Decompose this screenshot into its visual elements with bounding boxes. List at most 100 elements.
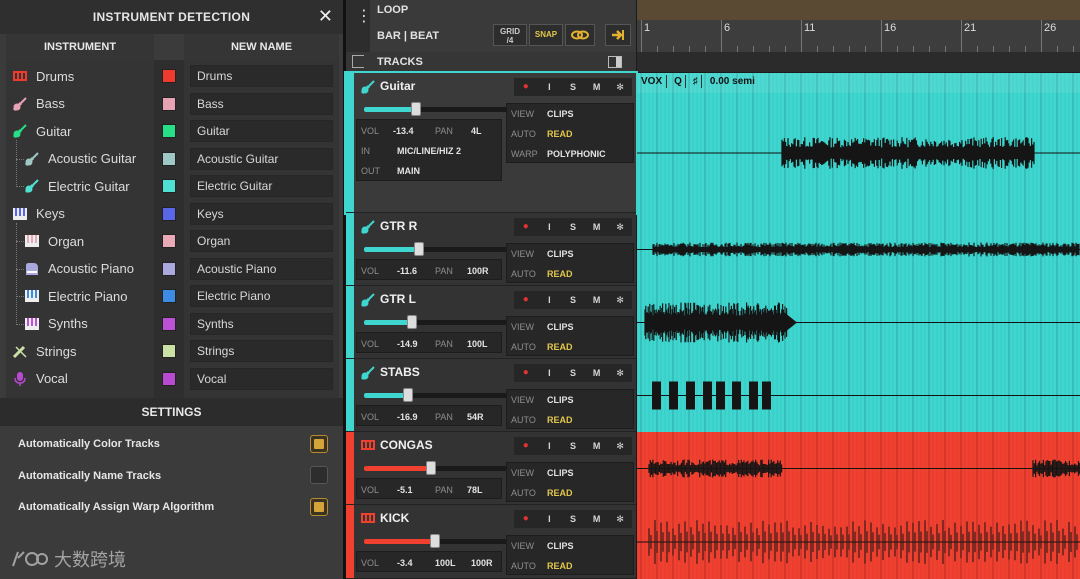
track-lane[interactable] (637, 432, 1080, 505)
volume-fader[interactable] (364, 388, 509, 402)
color-swatch[interactable] (162, 371, 176, 386)
instrument-row-organ[interactable]: Organ (24, 228, 84, 254)
color-swatch[interactable] (162, 151, 176, 166)
track-lane[interactable] (637, 359, 1080, 432)
color-swatch[interactable] (162, 179, 176, 193)
instrument-row-strings[interactable]: Strings (12, 338, 76, 364)
automation-mode[interactable]: READ (547, 415, 573, 425)
track-gtr-r[interactable]: GTR R ● I S M ✻ VOL -11.6 PAN 100R VIEW … (346, 213, 636, 286)
pan-right-value[interactable]: 100R (471, 558, 493, 568)
instrument-row-electric-guitar[interactable]: Electric Guitar (24, 173, 130, 199)
settings-gear-icon[interactable]: ✻ (608, 291, 632, 309)
new-name-field[interactable]: Acoustic Guitar (190, 147, 333, 170)
link-icon[interactable] (565, 24, 595, 46)
record-arm-button[interactable]: ● (514, 218, 538, 236)
new-name-field[interactable]: Synths (190, 312, 333, 335)
timeline-ruler[interactable]: 1 6 11 16 21 26 (637, 20, 1080, 52)
automation-mode[interactable]: READ (547, 342, 573, 352)
instrument-row-drums[interactable]: Drums (12, 63, 74, 89)
record-arm-button[interactable]: ● (514, 291, 538, 309)
record-arm-button[interactable]: ● (514, 364, 538, 382)
input-select[interactable]: MIC/LINE/HIZ 2 (397, 146, 461, 156)
fader-knob[interactable] (411, 102, 422, 116)
pan-value[interactable]: 78L (467, 485, 483, 495)
mute-button[interactable]: M (585, 218, 609, 236)
volume-fader[interactable] (364, 102, 509, 116)
auto-color-checkbox[interactable] (310, 435, 328, 453)
input-monitor-button[interactable]: I (538, 291, 562, 309)
solo-button[interactable]: S (561, 218, 585, 236)
pan-value[interactable]: 4L (471, 126, 482, 136)
clip-name[interactable]: VOX (637, 75, 668, 88)
track-name[interactable]: Guitar (380, 79, 415, 93)
color-swatch[interactable] (162, 234, 176, 248)
settings-gear-icon[interactable]: ✻ (608, 510, 632, 528)
color-swatch[interactable] (162, 96, 176, 111)
color-swatch[interactable] (162, 69, 176, 83)
output-select[interactable]: MAIN (397, 166, 420, 176)
instrument-row-acoustic-guitar[interactable]: Acoustic Guitar (24, 146, 136, 172)
new-name-field[interactable]: Electric Piano (190, 285, 333, 307)
input-monitor-button[interactable]: I (538, 364, 562, 382)
solo-button[interactable]: S (561, 510, 585, 528)
input-monitor-button[interactable]: I (538, 437, 562, 455)
input-monitor-button[interactable]: I (538, 510, 562, 528)
solo-button[interactable]: S (561, 364, 585, 382)
color-swatch[interactable] (162, 206, 176, 221)
instrument-row-synths[interactable]: Synths (24, 311, 88, 337)
new-name-field[interactable]: Acoustic Piano (190, 257, 333, 280)
track-lane[interactable] (637, 213, 1080, 286)
track-lane[interactable]: VOX Q ♯ 0.00 semi (637, 73, 1080, 213)
vol-value[interactable]: -14.9 (397, 339, 418, 349)
color-swatch[interactable] (162, 344, 176, 358)
color-swatch[interactable] (162, 289, 176, 303)
instrument-row-guitar[interactable]: Guitar (12, 118, 71, 144)
automation-mode[interactable]: READ (547, 269, 573, 279)
track-name[interactable]: CONGAS (380, 438, 433, 452)
new-name-field[interactable]: Keys (190, 202, 333, 225)
close-icon[interactable]: ✕ (318, 6, 333, 27)
input-monitor-button[interactable]: I (538, 78, 562, 96)
vol-value[interactable]: -5.1 (397, 485, 413, 495)
pan-left-value[interactable]: 100L (435, 558, 456, 568)
track-view-toggle-icon[interactable] (608, 56, 622, 68)
solo-button[interactable]: S (561, 291, 585, 309)
vol-value[interactable]: -3.4 (397, 558, 413, 568)
view-select[interactable]: CLIPS (547, 468, 574, 478)
mute-button[interactable]: M (585, 510, 609, 528)
follow-playhead-icon[interactable] (605, 24, 631, 46)
clip-pitch-value[interactable]: 0.00 semi (706, 75, 759, 88)
track-list-icon[interactable] (352, 55, 364, 68)
track-name[interactable]: GTR L (380, 292, 416, 306)
snap-button[interactable]: SNAP (529, 24, 563, 46)
vol-value[interactable]: -11.6 (397, 266, 417, 276)
fader-knob[interactable] (402, 388, 413, 402)
pan-value[interactable]: 100R (467, 266, 489, 276)
fader-knob[interactable] (406, 315, 417, 329)
fader-knob[interactable] (425, 461, 436, 475)
view-select[interactable]: CLIPS (547, 322, 574, 332)
track-gtr-l[interactable]: GTR L ● I S M ✻ VOL -14.9 PAN 100L VIEW … (346, 286, 636, 359)
instrument-row-vocal[interactable]: Vocal (12, 366, 68, 392)
mute-button[interactable]: M (585, 437, 609, 455)
settings-gear-icon[interactable]: ✻ (608, 78, 632, 96)
record-arm-button[interactable]: ● (514, 78, 538, 96)
record-arm-button[interactable]: ● (514, 510, 538, 528)
volume-fader[interactable] (364, 242, 509, 256)
fader-knob[interactable] (430, 534, 441, 548)
bar-beat-label[interactable]: BAR | BEAT (377, 30, 439, 42)
sharp-button[interactable]: ♯ (690, 75, 702, 88)
color-swatch[interactable] (162, 261, 176, 276)
track-name[interactable]: KICK (380, 511, 409, 525)
automation-mode[interactable]: READ (547, 129, 573, 139)
new-name-field[interactable]: Drums (190, 65, 333, 87)
grid-button[interactable]: GRID /4 (493, 24, 527, 46)
solo-button[interactable]: S (561, 78, 585, 96)
mute-button[interactable]: M (585, 364, 609, 382)
vol-value[interactable]: -13.4 (393, 126, 414, 136)
mute-button[interactable]: M (585, 291, 609, 309)
new-name-field[interactable]: Electric Guitar (190, 175, 333, 197)
instrument-row-keys[interactable]: Keys (12, 201, 65, 227)
track-congas[interactable]: CONGAS ● I S M ✻ VOL -5.1 PAN 78L VIEW C… (346, 432, 636, 505)
settings-gear-icon[interactable]: ✻ (608, 364, 632, 382)
